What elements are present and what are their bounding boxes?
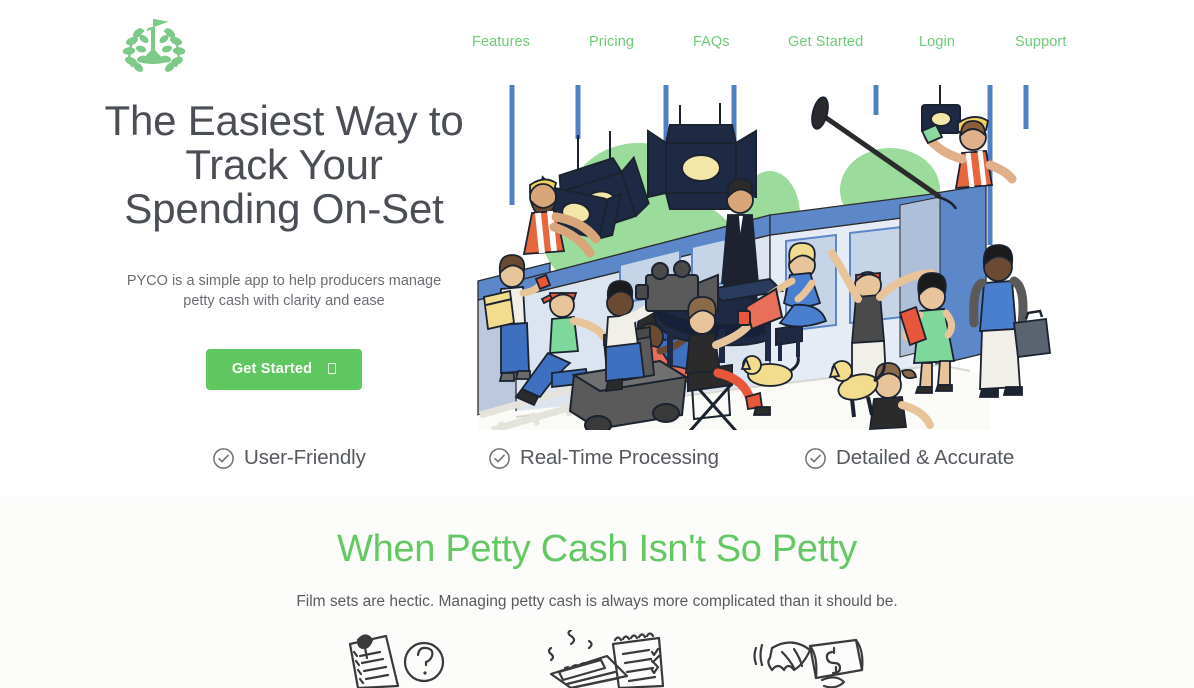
problem-icons-row: [0, 628, 1194, 688]
nav-item-faqs[interactable]: FAQs: [693, 34, 730, 50]
hero-title-line-1: The Easiest Way to: [104, 97, 464, 144]
calculator-notepad-icon: [547, 628, 665, 688]
hero-title-line-3: Spending On-Set: [124, 185, 444, 232]
get-started-button-label: Get Started: [231, 361, 313, 377]
site-header: Features Pricing FAQs Get Started Login …: [0, 0, 1194, 92]
get-started-button[interactable]: Get Started: [205, 349, 363, 390]
section-subtitle: Film sets are hectic. Managing petty cas…: [296, 593, 898, 610]
cta-container: Get Started: [60, 349, 508, 390]
petty-cash-section: When Petty Cash Isn't So Petty Film sets…: [0, 497, 1194, 688]
hero-subtitle-line-1: PYCO is a simple app to help producers m…: [126, 273, 442, 289]
section-title: When Petty Cash Isn't So Petty: [337, 528, 857, 570]
check-circle-icon: [489, 447, 510, 469]
page-title: The Easiest Way to Track Your Spending O…: [60, 92, 508, 231]
hero-illustration: [470, 85, 1070, 430]
problem-icon-receipt-question: [336, 630, 446, 688]
badge-user-friendly: User-Friendly: [212, 446, 366, 470]
nav-item-login[interactable]: Login: [919, 34, 955, 50]
problem-icon-money-with-wings: [748, 630, 873, 688]
check-circle-icon: [805, 447, 826, 469]
badge-label: Detailed & Accurate: [836, 446, 1015, 469]
badge-label: User-Friendly: [244, 446, 366, 469]
problem-icon-calculator-notepad: [535, 628, 665, 688]
check-circle-icon: [213, 447, 234, 469]
receipt-question-icon: [348, 634, 445, 688]
badge-label: Real-Time Processing: [520, 446, 719, 469]
nav-item-features[interactable]: Features: [472, 34, 530, 50]
nav-item-get-started[interactable]: Get Started: [788, 34, 863, 50]
badge-detailed-accurate: Detailed & Accurate: [804, 446, 1014, 470]
missing-glyph-box-icon: [328, 363, 337, 374]
money-with-wings-icon: [753, 638, 864, 688]
hero-copy: The Easiest Way to Track Your Spending O…: [60, 92, 508, 390]
main-navigation: Features Pricing FAQs Get Started Login …: [455, 34, 1095, 56]
laurel-wreath-one-logo-icon: [122, 18, 186, 72]
badge-real-time-processing: Real-Time Processing: [488, 446, 719, 470]
film-set-production-illustration-icon: [477, 85, 1051, 430]
nav-item-support[interactable]: Support: [1015, 34, 1067, 50]
nav-item-pricing[interactable]: Pricing: [589, 34, 634, 50]
brand-logo[interactable]: [113, 11, 195, 75]
landing-page: Features Pricing FAQs Get Started Login …: [0, 0, 1194, 688]
hero-title-line-2: Track Your: [185, 141, 383, 188]
hero-section: The Easiest Way to Track Your Spending O…: [0, 85, 1194, 497]
hero-subtitle-line-2: petty cash with clarity and ease: [183, 293, 385, 309]
feature-badges: User-Friendly Real-Time Processing Detai…: [0, 446, 1194, 486]
hero-subtitle: PYCO is a simple app to help producers m…: [60, 271, 508, 311]
